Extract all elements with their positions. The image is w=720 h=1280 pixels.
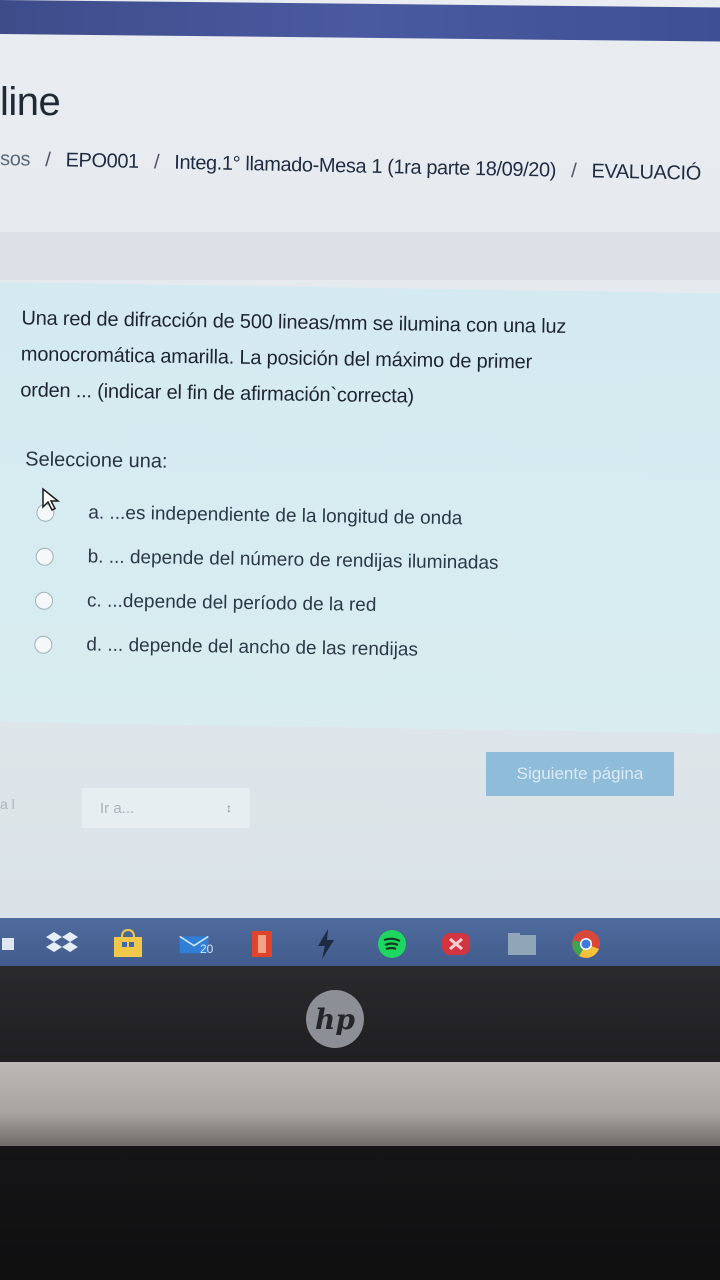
store-icon[interactable] (112, 928, 144, 960)
dropbox-icon[interactable] (46, 928, 78, 960)
bolt-icon[interactable] (310, 928, 342, 960)
breadcrumb-separator: / (570, 159, 577, 183)
radio-button[interactable] (35, 547, 54, 566)
breadcrumb-item-courses[interactable]: sos (0, 148, 30, 171)
question-panel: Una red de difracción de 500 lineas/mm s… (0, 282, 720, 734)
question-text: Una red de difracción de 500 lineas/mm s… (20, 300, 692, 419)
jump-to-placeholder: Ir a... (100, 799, 135, 817)
answer-options: a. ...es independiente de la longitud de… (34, 491, 677, 677)
select-arrows-icon: ↕ (226, 801, 232, 815)
option-d[interactable]: d. ... depende del ancho de las rendijas (34, 623, 675, 677)
spotify-icon[interactable] (376, 928, 408, 960)
radio-button[interactable] (34, 635, 53, 654)
select-one-label: Seleccione una: (25, 448, 168, 473)
mouse-cursor-icon (42, 487, 61, 512)
breadcrumb-item-evaluation[interactable]: EVALUACIÓ (591, 160, 701, 184)
breadcrumb: sos / EPO001 / Integ.1° llamado-Mesa 1 (… (0, 148, 720, 199)
option-label[interactable]: b. ... depende del número de rendijas il… (88, 546, 499, 574)
windows-taskbar: 20 (0, 918, 720, 970)
chrome-icon[interactable] (570, 928, 602, 960)
mail-count-badge: 20 (200, 942, 214, 956)
breadcrumb-separator: / (45, 148, 51, 172)
previous-activity-link[interactable]: a l (0, 796, 15, 812)
folder-icon[interactable] (506, 928, 538, 960)
game-icon[interactable] (440, 928, 472, 960)
laptop-keyboard-area (0, 1146, 720, 1280)
taskbar-edge-icon[interactable] (0, 928, 26, 960)
hp-logo: hp (306, 990, 364, 1048)
site-title: line (0, 80, 61, 124)
laptop-hinge (0, 1062, 720, 1146)
jump-to-select[interactable]: Ir a... ↕ (82, 788, 250, 828)
option-label[interactable]: a. ...es independiente de la longitud de… (88, 502, 462, 530)
browser-top-bar (0, 0, 720, 42)
section-band (0, 232, 720, 280)
breadcrumb-separator: / (153, 151, 160, 174)
next-page-button[interactable]: Siguiente página (486, 752, 674, 796)
radio-button[interactable] (34, 591, 54, 610)
breadcrumb-item-exam-call[interactable]: Integ.1° llamado-Mesa 1 (1ra parte 18/09… (174, 152, 556, 182)
office-icon[interactable] (246, 928, 278, 960)
option-label[interactable]: c. ...depende del período de la red (87, 590, 377, 617)
option-label[interactable]: d. ... depende del ancho de las rendijas (86, 634, 418, 661)
breadcrumb-item-course-code[interactable]: EPO001 (65, 149, 139, 173)
browser-screen: line sos / EPO001 / Integ.1° llamado-Mes… (0, 0, 720, 970)
